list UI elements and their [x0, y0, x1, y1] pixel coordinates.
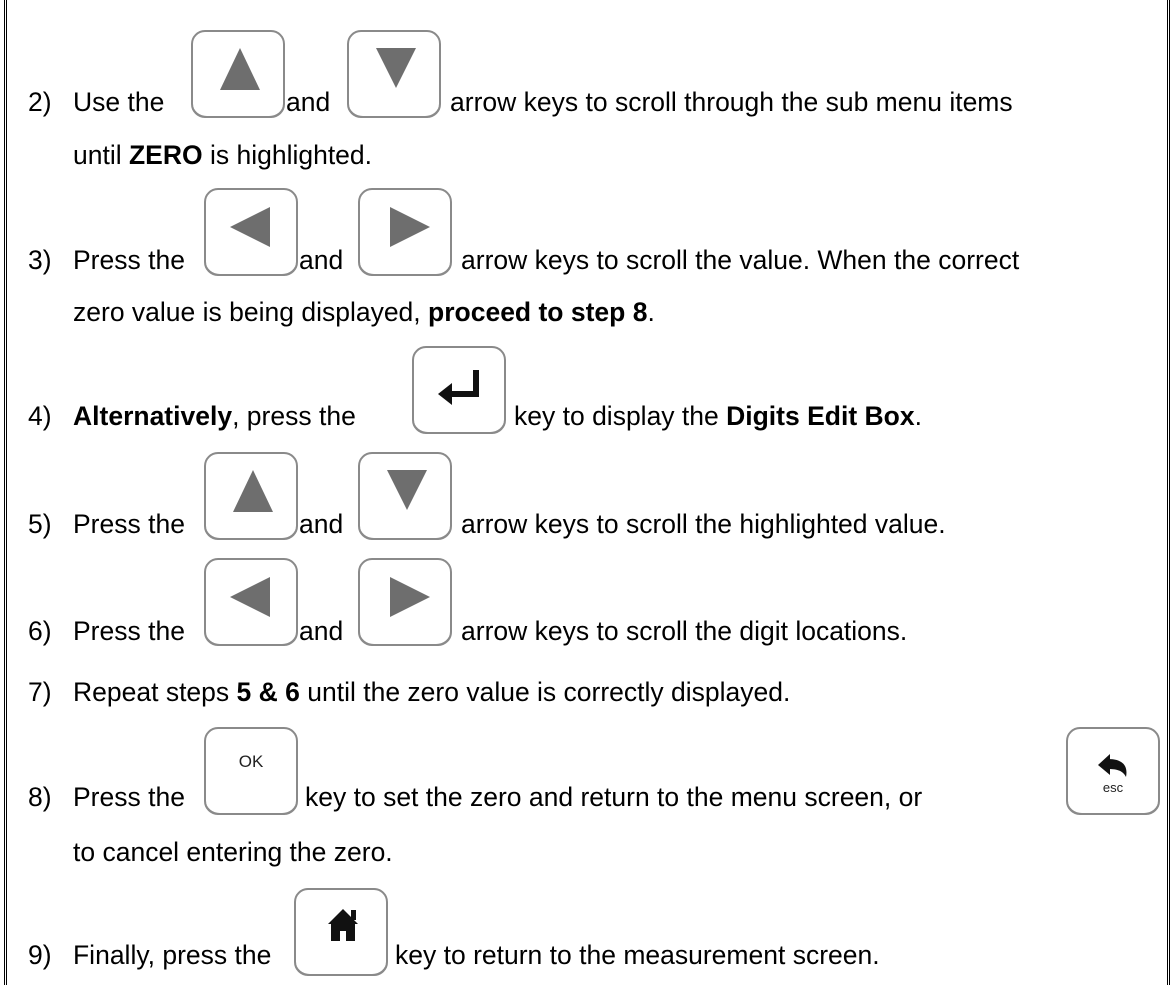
step-text: key to display the Digits Edit Box. — [514, 401, 922, 431]
step-text-continued: to cancel entering the zero. — [73, 837, 393, 867]
up-key — [204, 452, 298, 540]
step-text: Finally, press the — [73, 940, 272, 970]
step-text: Alternatively, press the — [73, 401, 356, 431]
step-number: 3) — [28, 245, 52, 275]
esc-key-label: esc — [1102, 780, 1124, 795]
enter-icon — [438, 370, 479, 405]
step-text: arrow keys to scroll the highlighted val… — [461, 509, 946, 539]
step-number: 2) — [28, 87, 52, 117]
left-key — [204, 188, 298, 276]
step-number: 9) — [28, 940, 52, 970]
up-arrow-icon — [233, 470, 273, 512]
right-arrow-icon — [390, 207, 430, 247]
left-key — [204, 558, 298, 646]
step-text: and — [286, 87, 331, 117]
step-text: and — [299, 509, 344, 539]
esc-key: esc — [1066, 727, 1160, 815]
left-arrow-icon — [230, 577, 270, 617]
step-text: arrow keys to scroll the value. When the… — [461, 245, 1020, 275]
step-text-continued: zero value is being displayed, proceed t… — [73, 297, 655, 327]
step-text: Press the — [73, 245, 185, 275]
down-arrow-icon — [387, 470, 427, 510]
down-key — [347, 30, 441, 118]
step-text-continued: until ZERO is highlighted. — [73, 140, 373, 170]
step-text: Use the — [73, 87, 165, 117]
ok-key-label: OK — [238, 752, 264, 771]
right-arrow-icon — [390, 577, 430, 617]
back-arrow-icon — [1098, 754, 1127, 777]
step-number: 6) — [28, 616, 52, 646]
step-number: 4) — [28, 401, 52, 431]
home-icon — [328, 909, 358, 941]
right-key — [358, 188, 452, 276]
step-text: Press the — [73, 782, 185, 812]
step-number: 5) — [28, 509, 52, 539]
step-number: 7) — [28, 677, 52, 707]
step-number: 8) — [28, 782, 52, 812]
up-key — [191, 30, 285, 118]
home-key — [294, 888, 388, 976]
left-arrow-icon — [230, 207, 270, 247]
down-arrow-icon — [376, 48, 416, 88]
ok-key: OK — [204, 727, 298, 815]
enter-key — [412, 346, 506, 434]
step-text: and — [299, 245, 344, 275]
step-text: Press the — [73, 616, 185, 646]
step-text: Press the — [73, 509, 185, 539]
step-text: arrow keys to scroll through the sub men… — [450, 87, 1013, 117]
step-text: Repeat steps 5 & 6 until the zero value … — [73, 677, 791, 707]
step-text: and — [299, 616, 344, 646]
step-text: key to return to the measurement screen. — [395, 940, 880, 970]
up-arrow-icon — [220, 48, 260, 90]
down-key — [358, 452, 452, 540]
step-text: arrow keys to scroll the digit locations… — [461, 616, 908, 646]
right-key — [358, 558, 452, 646]
step-text: key to set the zero and return to the me… — [305, 782, 923, 812]
